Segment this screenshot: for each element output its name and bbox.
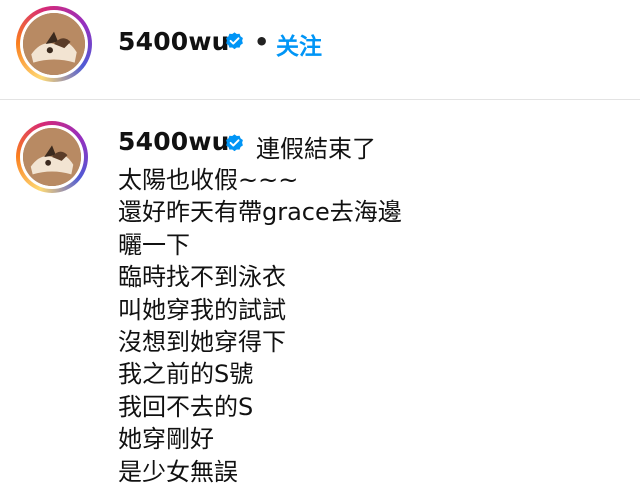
caption-line: 我之前的S號 <box>118 360 254 389</box>
post-header: 5400wu • 关注 <box>0 0 640 86</box>
caption-line: 她穿剛好 <box>118 425 214 454</box>
caption-line: 叫她穿我的試試 <box>118 295 286 324</box>
caption-line: 曬一下 <box>118 230 190 259</box>
avatar-photo <box>23 13 85 75</box>
caption-line: 太陽也收假~~~ <box>118 166 299 194</box>
profile-photo-icon <box>23 13 85 75</box>
verified-badge-icon <box>226 32 243 50</box>
caption-line: 臨時找不到泳衣 <box>118 263 286 292</box>
caption-avatar[interactable] <box>16 121 88 193</box>
profile-photo-icon <box>23 128 81 186</box>
header-username[interactable]: 5400wu <box>118 27 230 56</box>
verified-badge-icon <box>226 134 243 152</box>
caption-username[interactable]: 5400wu <box>118 127 230 156</box>
caption-line: 連假結束了 <box>256 135 376 163</box>
follow-button[interactable]: 关注 <box>276 27 322 61</box>
caption-line: 沒想到她穿得下 <box>118 327 286 356</box>
divider <box>0 99 640 100</box>
caption-line: 還好昨天有帶grace去海邊 <box>118 198 402 227</box>
avatar[interactable] <box>16 6 92 82</box>
separator-dot: • <box>254 28 270 56</box>
caption-line: 是少女無誤 <box>118 457 238 486</box>
avatar-photo <box>23 128 81 186</box>
caption-text: 太陽也收假~~~ 還好昨天有帶grace去海邊 曬一下 臨時找不到泳衣 叫她穿我… <box>118 164 402 488</box>
caption-line: 我回不去的S <box>118 392 254 421</box>
